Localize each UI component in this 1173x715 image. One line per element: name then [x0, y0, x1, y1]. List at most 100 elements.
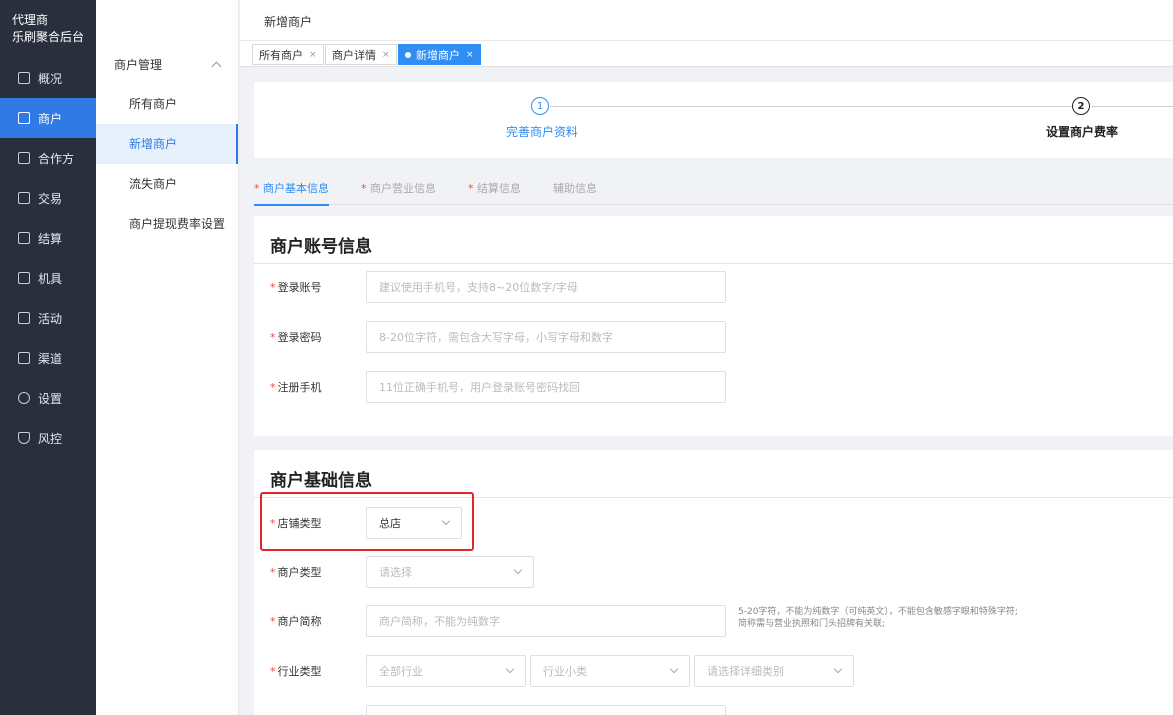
field-label-text: 商户类型 — [277, 566, 322, 579]
merchant-type-select[interactable]: 请选择 — [366, 556, 534, 588]
login-password-input[interactable]: 8-20位字符，需包含大写字母，小写字母和数字 — [366, 321, 726, 353]
required-mark: * — [270, 566, 276, 579]
submenu-group-merchant-management[interactable]: 商户管理 — [96, 44, 238, 84]
submenu-group-label: 商户管理 — [114, 57, 163, 72]
tab-merchant-details[interactable]: 商户详情 × — [325, 44, 397, 65]
select-placeholder: 行业小类 — [543, 665, 587, 678]
short-name-row: * 商户简称 商户简称，不能为纯数字 5-20字符，不能为纯数字（可纯英文），不能… — [254, 605, 1173, 637]
tab-all-merchants[interactable]: 所有商户 × — [252, 44, 324, 65]
login-account-input[interactable]: 建议使用手机号，支持8~20位数字/字母 — [366, 271, 726, 303]
required-mark: * — [270, 615, 276, 628]
field-label-text: 行业类型 — [277, 665, 322, 678]
required-mark: * — [270, 665, 276, 678]
step-2-label: 设置商户费率 — [1045, 125, 1118, 139]
dashboard-icon — [18, 72, 30, 84]
industry-row: * 行业类型 全部行业 行业小类 请选择详细类别 — [254, 655, 1173, 687]
close-icon[interactable]: × — [382, 50, 390, 60]
field-label: * 商户简称 — [270, 613, 322, 629]
sidebar-item-channel[interactable]: 渠道 — [0, 338, 96, 378]
sidebar-item-label: 概况 — [38, 71, 63, 86]
chevron-down-icon — [505, 664, 515, 674]
partner-icon — [18, 152, 30, 164]
sidebar-item-merchant[interactable]: 商户 — [0, 98, 102, 138]
field-label: * 注册手机 — [270, 379, 322, 395]
main-content: 1 2 完善商户资料 设置商户费率 * 商户基本信息 * 商户营业信息 * 结算… — [240, 68, 1173, 715]
hint-line: 简称需与营业执照和门头招牌有关联; — [738, 619, 886, 629]
sidebar-item-risk[interactable]: 风控 — [0, 418, 96, 458]
chevron-down-icon — [833, 664, 843, 674]
sidebar-item-label: 机具 — [38, 271, 63, 286]
form-section-tabs: * 商户基本信息 * 商户营业信息 * 结算信息 辅助信息 — [254, 172, 1173, 206]
select-placeholder: 全部行业 — [379, 665, 423, 678]
steps-card: 1 2 完善商户资料 设置商户费率 — [254, 82, 1173, 158]
chevron-up-icon — [211, 61, 222, 71]
risk-shield-icon — [18, 432, 30, 444]
step-1-label: 完善商户资料 — [505, 125, 578, 139]
submenu-panel: 商户管理 所有商户 新增商户 流失商户 商户提现费率设置 — [96, 0, 239, 715]
step-1-indicator: 1 — [531, 97, 549, 115]
login-password-row: * 登录密码 8-20位字符，需包含大写字母，小写字母和数字 — [254, 321, 1173, 353]
industry-category-select[interactable]: 全部行业 — [366, 655, 526, 687]
sidebar-item-label: 活动 — [38, 311, 63, 326]
sidebar-item-label: 商户 — [38, 111, 63, 126]
sidebar-item-partner[interactable]: 合作方 — [0, 138, 96, 178]
tab-label: 结算信息 — [477, 182, 521, 195]
next-field-row — [254, 705, 1173, 715]
industry-subcategory-select[interactable]: 行业小类 — [530, 655, 690, 687]
sidebar-item-settlement[interactable]: 结算 — [0, 218, 96, 258]
sidebar-item-overview[interactable]: 概况 — [0, 58, 96, 98]
submenu-item-withdraw-rate-settings[interactable]: 商户提现费率设置 — [96, 204, 238, 244]
submenu-item-lost-merchants[interactable]: 流失商户 — [96, 164, 238, 204]
next-field-input[interactable] — [366, 705, 726, 715]
field-label: * 商户类型 — [270, 564, 322, 580]
industry-detail-select[interactable]: 请选择详细类别 — [694, 655, 854, 687]
brand-line2: 乐刷聚合后台 — [12, 30, 85, 44]
merchant-icon — [18, 112, 30, 124]
brand-line1: 代理商 — [12, 13, 49, 27]
sidebar-item-transaction[interactable]: 交易 — [0, 178, 96, 218]
channel-icon — [18, 352, 30, 364]
step-connector — [1091, 106, 1173, 107]
required-mark: * — [270, 281, 276, 294]
register-phone-input[interactable]: 11位正确手机号，用户登录账号密码找回 — [366, 371, 726, 403]
submenu-item-all-merchants[interactable]: 所有商户 — [96, 84, 238, 124]
tab-label: 商户详情 — [332, 48, 376, 62]
select-placeholder: 请选择详细类别 — [707, 665, 784, 678]
tab-basic-info[interactable]: * 商户基本信息 — [254, 180, 329, 206]
sidebar-item-label: 渠道 — [38, 351, 63, 366]
step-2-indicator: 2 — [1072, 97, 1090, 115]
divider — [254, 263, 1173, 264]
sidebar-item-label: 合作方 — [38, 151, 75, 166]
tab-label: 所有商户 — [259, 48, 303, 62]
field-label: * 登录密码 — [270, 329, 322, 345]
submenu-item-add-merchant[interactable]: 新增商户 — [96, 124, 238, 164]
page-title: 新增商户 — [264, 15, 313, 29]
tab-add-merchant[interactable]: 新增商户 × — [398, 44, 481, 65]
active-dot-icon — [405, 51, 411, 58]
settlement-icon — [18, 232, 30, 244]
device-icon — [18, 272, 30, 284]
tab-label: 商户基本信息 — [263, 182, 329, 195]
hint-line: 5-20字符，不能为纯数字（可纯英文），不能包含敏感字眼和特殊字符; — [738, 607, 1018, 617]
tab-auxiliary-info[interactable]: 辅助信息 — [553, 180, 597, 196]
tab-label: 新增商户 — [416, 48, 460, 62]
login-account-row: * 登录账号 建议使用手机号，支持8~20位数字/字母 — [254, 271, 1173, 303]
sidebar-item-device[interactable]: 机具 — [0, 258, 96, 298]
short-name-input[interactable]: 商户简称，不能为纯数字 — [366, 605, 726, 637]
tab-label: 辅助信息 — [553, 182, 597, 195]
tab-settlement-info[interactable]: * 结算信息 — [468, 180, 521, 196]
short-name-hint: 5-20字符，不能为纯数字（可纯英文），不能包含敏感字眼和特殊字符; 简称需与营… — [738, 606, 1058, 630]
merchant-type-row: * 商户类型 请选择 — [254, 556, 1173, 588]
chevron-down-icon — [513, 565, 523, 575]
sidebar-item-label: 结算 — [38, 231, 63, 246]
main-sidebar: 代理商 乐刷聚合后台 概况 商户 合作方 交易 结算 机具 活动 渠道 设置 风… — [0, 0, 102, 715]
required-mark: * — [270, 331, 276, 344]
close-icon[interactable]: × — [466, 50, 474, 60]
sidebar-item-activity[interactable]: 活动 — [0, 298, 96, 338]
required-mark: * — [270, 381, 276, 394]
sidebar-item-settings[interactable]: 设置 — [0, 378, 96, 418]
tab-business-info[interactable]: * 商户营业信息 — [361, 180, 436, 196]
close-icon[interactable]: × — [309, 50, 317, 60]
required-mark: * — [361, 182, 367, 195]
field-label: * 登录账号 — [270, 279, 322, 295]
